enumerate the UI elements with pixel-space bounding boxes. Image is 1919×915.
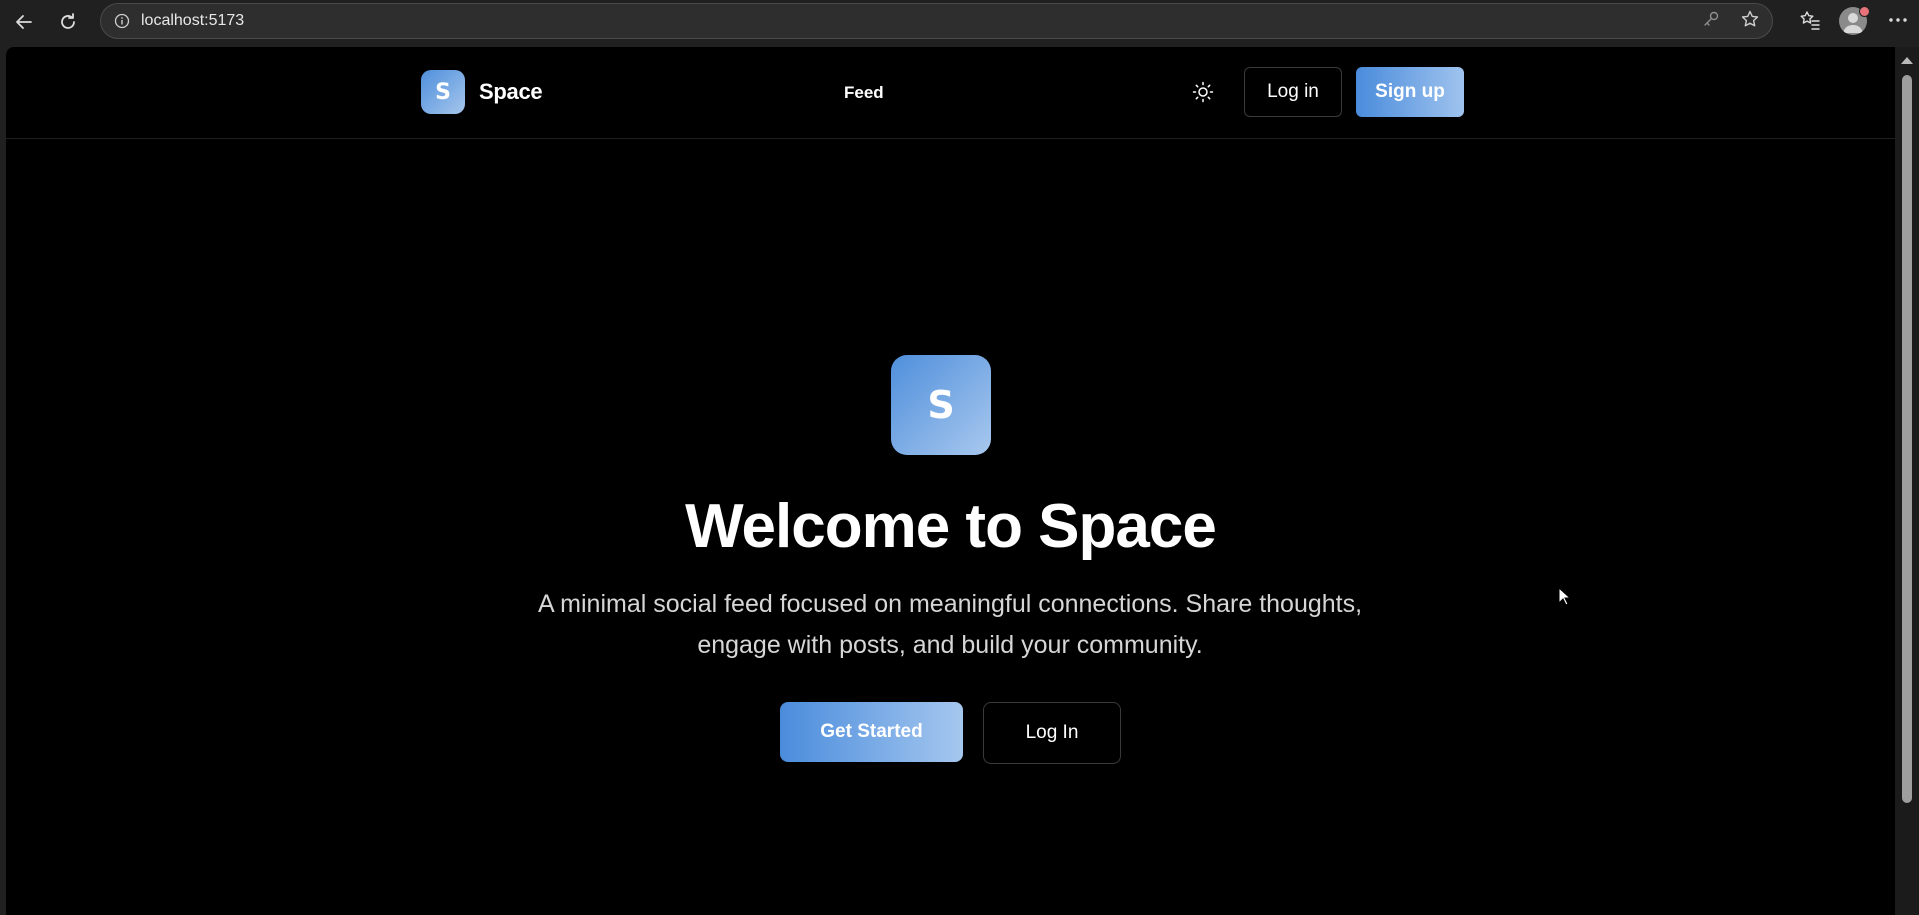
hero-title: Welcome to Space <box>685 492 1217 561</box>
star-icon[interactable] <box>1740 9 1760 33</box>
key-icon[interactable] <box>1702 10 1720 32</box>
favorites-icon[interactable] <box>1799 9 1821 35</box>
header-login-button[interactable]: Log in <box>1244 67 1342 117</box>
hero-subtitle: A minimal social feed focused on meaning… <box>537 590 1363 659</box>
page-viewport: S Space Feed Log in Sign up S Welcome to… <box>6 47 1895 915</box>
brand-link[interactable]: S Space <box>421 70 543 114</box>
back-arrow-icon[interactable] <box>6 4 42 40</box>
scroll-up-arrow-icon[interactable] <box>1901 57 1913 64</box>
reload-icon[interactable] <box>50 4 86 40</box>
more-icon[interactable] <box>1887 9 1909 35</box>
browser-actions <box>1799 0 1909 44</box>
header-signup-button[interactable]: Sign up <box>1356 67 1464 117</box>
mouse-cursor-icon <box>1558 586 1572 611</box>
hero-login-button[interactable]: Log In <box>983 702 1121 764</box>
brand-logo: S <box>421 70 465 114</box>
get-started-button[interactable]: Get Started <box>780 702 963 762</box>
brand-name: Space <box>479 79 543 104</box>
scrollbar-thumb[interactable] <box>1902 75 1912 803</box>
site-info-icon[interactable] <box>113 12 131 30</box>
address-bar[interactable]: localhost:5173 <box>100 3 1773 39</box>
page-scrollbar[interactable] <box>1895 47 1919 915</box>
url-text[interactable]: localhost:5173 <box>141 12 244 30</box>
sun-icon[interactable] <box>1192 81 1214 103</box>
app-header: S Space Feed Log in Sign up <box>6 47 1895 139</box>
hero-logo: S <box>891 355 991 455</box>
profile-avatar[interactable] <box>1839 6 1870 37</box>
nav-feed-link[interactable]: Feed <box>844 83 884 103</box>
